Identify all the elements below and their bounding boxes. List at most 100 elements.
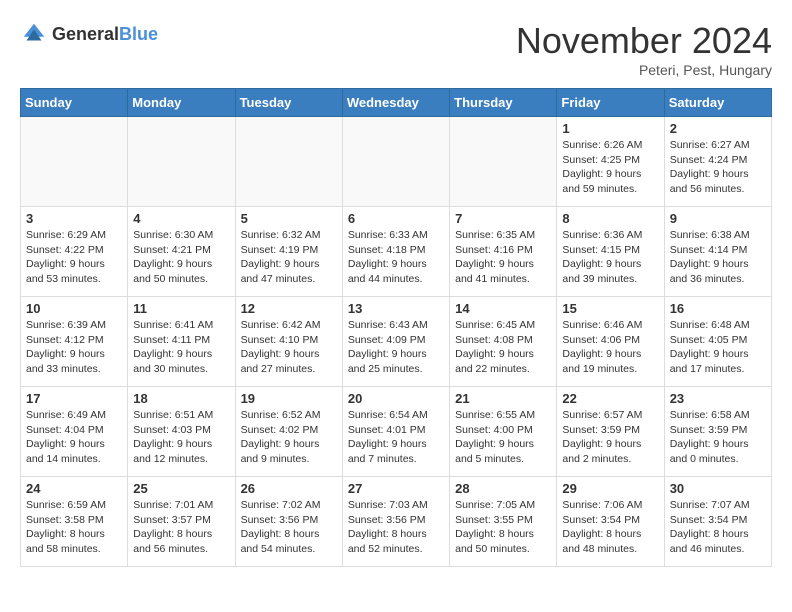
week-row-5: 24 Sunrise: 6:59 AM Sunset: 3:58 PM Dayli…	[21, 477, 772, 567]
calendar-cell: 10 Sunrise: 6:39 AM Sunset: 4:12 PM Dayli…	[21, 297, 128, 387]
day-info: Sunrise: 7:07 AM Sunset: 3:54 PM Dayligh…	[670, 498, 766, 557]
calendar-cell: 21Sunrise: 6:55 AM Sunset: 4:00 PM Dayli…	[450, 387, 557, 477]
weekday-header-wednesday: Wednesday	[342, 89, 449, 117]
calendar-cell: 14 Sunrise: 6:45 AM Sunset: 4:08 PM Dayli…	[450, 297, 557, 387]
calendar-cell: 8Sunrise: 6:36 AM Sunset: 4:15 PM Daylig…	[557, 207, 664, 297]
day-info: Sunrise: 6:32 AM Sunset: 4:19 PM Dayligh…	[241, 228, 337, 287]
day-info: Sunrise: 6:36 AM Sunset: 4:15 PM Dayligh…	[562, 228, 658, 287]
calendar-cell: 12 Sunrise: 6:42 AM Sunset: 4:10 PM Dayli…	[235, 297, 342, 387]
calendar-cell: 6Sunrise: 6:33 AM Sunset: 4:18 PM Daylig…	[342, 207, 449, 297]
calendar-cell: 25 Sunrise: 7:01 AM Sunset: 3:57 PM Dayli…	[128, 477, 235, 567]
day-number: 13	[348, 301, 444, 316]
day-number: 7	[455, 211, 551, 226]
calendar-cell: 5Sunrise: 6:32 AM Sunset: 4:19 PM Daylig…	[235, 207, 342, 297]
calendar-cell: 26Sunrise: 7:02 AM Sunset: 3:56 PM Dayli…	[235, 477, 342, 567]
week-row-3: 10 Sunrise: 6:39 AM Sunset: 4:12 PM Dayli…	[21, 297, 772, 387]
month-title: November 2024	[516, 20, 772, 62]
day-number: 16	[670, 301, 766, 316]
day-info: Sunrise: 7:03 AM Sunset: 3:56 PM Dayligh…	[348, 498, 444, 557]
day-number: 22	[562, 391, 658, 406]
title-section: November 2024 Peteri, Pest, Hungary	[516, 20, 772, 78]
day-info: Sunrise: 6:52 AM Sunset: 4:02 PM Dayligh…	[241, 408, 337, 467]
weekday-header-saturday: Saturday	[664, 89, 771, 117]
day-number: 25	[133, 481, 229, 496]
week-row-2: 3 Sunrise: 6:29 AM Sunset: 4:22 PM Daylig…	[21, 207, 772, 297]
calendar-cell	[235, 117, 342, 207]
weekday-header-sunday: Sunday	[21, 89, 128, 117]
day-info: Sunrise: 6:54 AM Sunset: 4:01 PM Dayligh…	[348, 408, 444, 467]
weekday-header-friday: Friday	[557, 89, 664, 117]
day-info: Sunrise: 6:33 AM Sunset: 4:18 PM Dayligh…	[348, 228, 444, 287]
day-info: Sunrise: 6:57 AM Sunset: 3:59 PM Dayligh…	[562, 408, 658, 467]
day-info: Sunrise: 6:27 AM Sunset: 4:24 PM Dayligh…	[670, 138, 766, 197]
page-header: GeneralBlue November 2024 Peteri, Pest, …	[20, 20, 772, 78]
day-number: 9	[670, 211, 766, 226]
day-number: 11	[133, 301, 229, 316]
day-number: 24	[26, 481, 122, 496]
calendar-cell: 11 Sunrise: 6:41 AM Sunset: 4:11 PM Dayli…	[128, 297, 235, 387]
calendar-table: SundayMondayTuesdayWednesdayThursdayFrid…	[20, 88, 772, 567]
weekday-header-tuesday: Tuesday	[235, 89, 342, 117]
logo: GeneralBlue	[20, 20, 158, 48]
day-info: Sunrise: 6:30 AM Sunset: 4:21 PM Dayligh…	[133, 228, 229, 287]
day-number: 27	[348, 481, 444, 496]
day-info: Sunrise: 6:48 AM Sunset: 4:05 PM Dayligh…	[670, 318, 766, 377]
day-info: Sunrise: 6:29 AM Sunset: 4:22 PM Dayligh…	[26, 228, 122, 287]
calendar-cell: 17Sunrise: 6:49 AM Sunset: 4:04 PM Dayli…	[21, 387, 128, 477]
calendar-cell: 13 Sunrise: 6:43 AM Sunset: 4:09 PM Dayli…	[342, 297, 449, 387]
calendar-cell: 22 Sunrise: 6:57 AM Sunset: 3:59 PM Dayli…	[557, 387, 664, 477]
location-title: Peteri, Pest, Hungary	[516, 62, 772, 78]
day-number: 28	[455, 481, 551, 496]
day-number: 19	[241, 391, 337, 406]
calendar-cell: 19 Sunrise: 6:52 AM Sunset: 4:02 PM Dayli…	[235, 387, 342, 477]
day-info: Sunrise: 6:41 AM Sunset: 4:11 PM Dayligh…	[133, 318, 229, 377]
calendar-cell: 1 Sunrise: 6:26 AM Sunset: 4:25 PM Daylig…	[557, 117, 664, 207]
logo-blue-text: Blue	[119, 24, 158, 44]
day-info: Sunrise: 7:06 AM Sunset: 3:54 PM Dayligh…	[562, 498, 658, 557]
day-number: 17	[26, 391, 122, 406]
calendar-cell: 18 Sunrise: 6:51 AM Sunset: 4:03 PM Dayli…	[128, 387, 235, 477]
week-row-4: 17Sunrise: 6:49 AM Sunset: 4:04 PM Dayli…	[21, 387, 772, 477]
day-info: Sunrise: 6:58 AM Sunset: 3:59 PM Dayligh…	[670, 408, 766, 467]
calendar-cell: 16 Sunrise: 6:48 AM Sunset: 4:05 PM Dayli…	[664, 297, 771, 387]
day-info: Sunrise: 6:38 AM Sunset: 4:14 PM Dayligh…	[670, 228, 766, 287]
logo-general-text: General	[52, 24, 119, 44]
weekday-header-row: SundayMondayTuesdayWednesdayThursdayFrid…	[21, 89, 772, 117]
calendar-cell: 4Sunrise: 6:30 AM Sunset: 4:21 PM Daylig…	[128, 207, 235, 297]
day-info: Sunrise: 6:39 AM Sunset: 4:12 PM Dayligh…	[26, 318, 122, 377]
day-number: 2	[670, 121, 766, 136]
day-number: 3	[26, 211, 122, 226]
day-info: Sunrise: 6:46 AM Sunset: 4:06 PM Dayligh…	[562, 318, 658, 377]
calendar-cell	[128, 117, 235, 207]
calendar-cell	[450, 117, 557, 207]
day-number: 29	[562, 481, 658, 496]
calendar-cell: 28Sunrise: 7:05 AM Sunset: 3:55 PM Dayli…	[450, 477, 557, 567]
day-number: 26	[241, 481, 337, 496]
calendar-cell: 29 Sunrise: 7:06 AM Sunset: 3:54 PM Dayli…	[557, 477, 664, 567]
calendar-cell: 15Sunrise: 6:46 AM Sunset: 4:06 PM Dayli…	[557, 297, 664, 387]
calendar-cell	[342, 117, 449, 207]
day-info: Sunrise: 6:51 AM Sunset: 4:03 PM Dayligh…	[133, 408, 229, 467]
calendar-cell: 20 Sunrise: 6:54 AM Sunset: 4:01 PM Dayli…	[342, 387, 449, 477]
day-number: 18	[133, 391, 229, 406]
day-info: Sunrise: 6:42 AM Sunset: 4:10 PM Dayligh…	[241, 318, 337, 377]
day-number: 12	[241, 301, 337, 316]
day-info: Sunrise: 6:55 AM Sunset: 4:00 PM Dayligh…	[455, 408, 551, 467]
day-number: 1	[562, 121, 658, 136]
day-number: 20	[348, 391, 444, 406]
day-number: 10	[26, 301, 122, 316]
calendar-cell: 27 Sunrise: 7:03 AM Sunset: 3:56 PM Dayli…	[342, 477, 449, 567]
day-info: Sunrise: 6:43 AM Sunset: 4:09 PM Dayligh…	[348, 318, 444, 377]
calendar-cell: 3 Sunrise: 6:29 AM Sunset: 4:22 PM Daylig…	[21, 207, 128, 297]
calendar-cell: 23 Sunrise: 6:58 AM Sunset: 3:59 PM Dayli…	[664, 387, 771, 477]
calendar-cell: 24 Sunrise: 6:59 AM Sunset: 3:58 PM Dayli…	[21, 477, 128, 567]
day-number: 23	[670, 391, 766, 406]
day-info: Sunrise: 6:59 AM Sunset: 3:58 PM Dayligh…	[26, 498, 122, 557]
day-info: Sunrise: 6:35 AM Sunset: 4:16 PM Dayligh…	[455, 228, 551, 287]
calendar-cell: 30Sunrise: 7:07 AM Sunset: 3:54 PM Dayli…	[664, 477, 771, 567]
day-info: Sunrise: 6:26 AM Sunset: 4:25 PM Dayligh…	[562, 138, 658, 197]
day-number: 14	[455, 301, 551, 316]
day-info: Sunrise: 7:01 AM Sunset: 3:57 PM Dayligh…	[133, 498, 229, 557]
calendar-cell: 9 Sunrise: 6:38 AM Sunset: 4:14 PM Daylig…	[664, 207, 771, 297]
day-info: Sunrise: 6:45 AM Sunset: 4:08 PM Dayligh…	[455, 318, 551, 377]
